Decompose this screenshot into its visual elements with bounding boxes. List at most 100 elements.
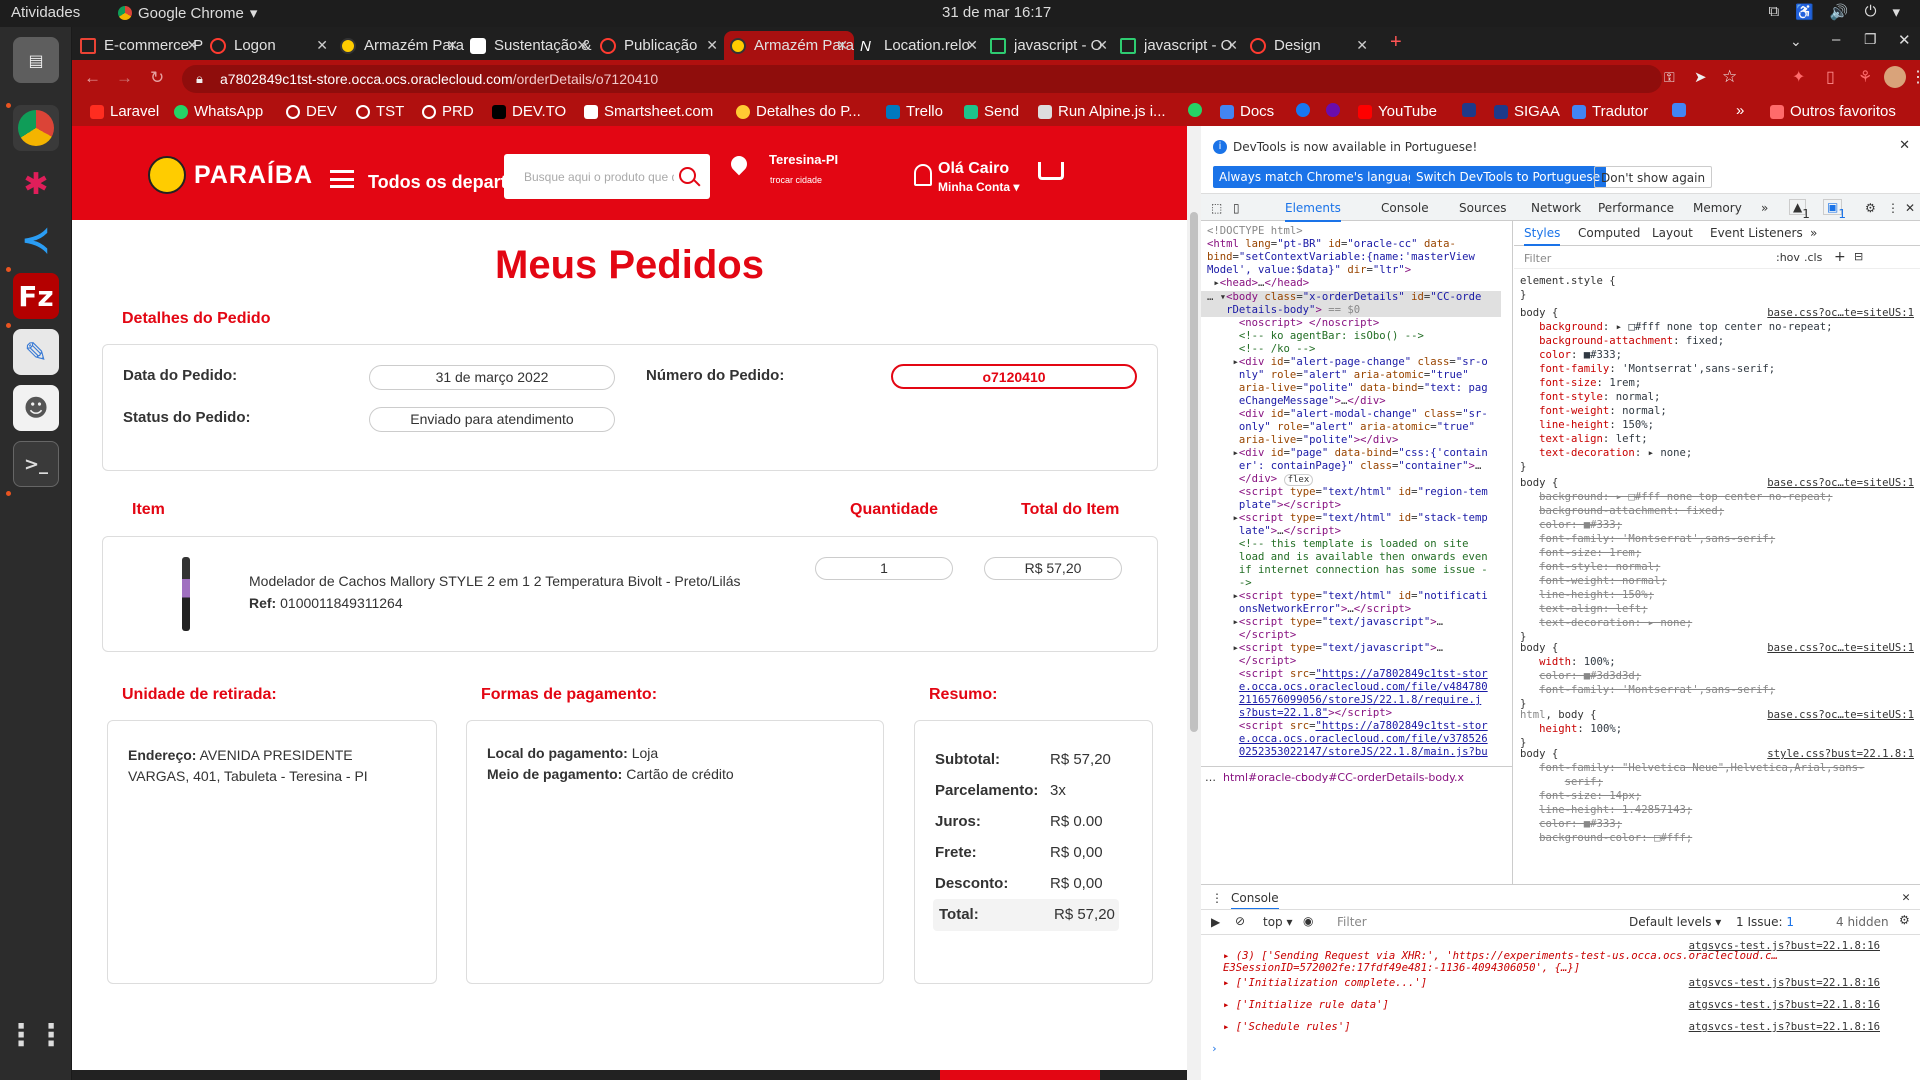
settings-gear-icon[interactable]: ⚙ <box>1865 201 1876 215</box>
console-filter-input[interactable]: Filter <box>1337 915 1367 929</box>
dom-node[interactable]: <script src="https://a7802849c1tst-stor <box>1207 720 1488 733</box>
maximize-button[interactable]: ❐ <box>1864 31 1877 48</box>
bookmark-item[interactable] <box>1326 103 1346 117</box>
tab-search-icon[interactable]: ⌄ <box>1790 33 1802 50</box>
browser-tab[interactable]: Sustentação & ✕ <box>464 31 594 60</box>
search-input[interactable]: Busque aqui o produto que deseja <box>504 154 710 199</box>
bookmark-item[interactable]: Send <box>964 103 1019 120</box>
dom-node[interactable]: <!-- /ko --> <box>1207 343 1316 356</box>
dom-node-selected[interactable]: rDetails-body"> == $0 <box>1201 304 1501 317</box>
search-icon[interactable] <box>679 167 696 184</box>
add-rule-icon[interactable]: + <box>1834 249 1846 265</box>
close-icon[interactable]: ✕ <box>706 37 718 54</box>
bookmark-item[interactable] <box>1296 103 1316 117</box>
sidebar-icon[interactable]: ▯ <box>1826 67 1835 87</box>
dom-node[interactable]: plate"></script> <box>1207 499 1341 512</box>
browser-tab[interactable]: Design ✕ <box>1244 31 1374 60</box>
dom-node[interactable]: 0252353022147/storeJS/22.1.8/main.js?bu <box>1207 746 1488 759</box>
new-tab-button[interactable]: + <box>1390 31 1402 54</box>
hamburger-menu-icon[interactable] <box>330 170 354 188</box>
close-icon[interactable]: ✕ <box>1096 37 1108 54</box>
bookmark-item[interactable]: Docs <box>1220 103 1274 120</box>
issues-button[interactable]: 1 Issue: 1 <box>1736 915 1794 929</box>
styles-filter-input[interactable]: Filter <box>1524 252 1551 265</box>
text-editor-icon[interactable]: ✎ <box>13 329 59 375</box>
page-scrollbar[interactable] <box>1187 126 1201 1080</box>
console-drawer-tab[interactable]: Console <box>1231 891 1279 910</box>
extension-icon[interactable]: ✦ <box>1792 67 1805 87</box>
slack-icon[interactable]: ✱ <box>13 161 59 207</box>
product-image[interactable] <box>182 557 190 631</box>
log-entry[interactable]: ▸ ['Schedule rules'] <box>1223 1021 1351 1033</box>
style-source-link[interactable]: style.css?bust=22.1.8:1 <box>1767 748 1914 760</box>
dom-node[interactable]: ▸<script type="text/javascript">… <box>1207 616 1444 629</box>
bookmark-item[interactable]: TST <box>356 103 404 120</box>
scrollbar-thumb[interactable] <box>1190 212 1198 732</box>
tab-computed[interactable]: Computed <box>1578 226 1640 240</box>
dom-node[interactable]: </div> flex <box>1207 473 1314 487</box>
app-icon[interactable]: ☻ <box>13 385 59 431</box>
clear-console-icon[interactable]: ⊘ <box>1235 914 1245 928</box>
browser-tab[interactable]: Publicação ✕ <box>594 31 724 60</box>
vscode-icon[interactable]: ≺ <box>13 217 59 263</box>
tab-memory[interactable]: Memory <box>1693 201 1742 215</box>
log-entry[interactable]: ▸ ['Initialization complete...'] <box>1223 977 1427 989</box>
bookmark-item[interactable]: DEV.TO <box>492 103 566 120</box>
dom-node[interactable]: </script> <box>1207 655 1296 668</box>
style-source-link[interactable]: base.css?oc…te=siteUS:1 <box>1767 477 1914 489</box>
more-tabs-icon[interactable]: » <box>1810 226 1817 240</box>
toggle-sidebar-icon[interactable]: ⊟ <box>1854 250 1863 263</box>
settings-gear-icon[interactable]: ⚙ <box>1899 913 1910 927</box>
departments-menu[interactable]: Todos os departamentos <box>368 172 508 193</box>
close-icon[interactable]: ✕ <box>446 37 458 54</box>
dom-node[interactable]: Model', value:$data}" dir="ltr"> <box>1207 264 1411 277</box>
key-icon[interactable]: ⚿ <box>1664 69 1675 86</box>
product-name[interactable]: Modelador de Cachos Mallory STYLE 2 em 1… <box>249 573 741 589</box>
more-tabs-icon[interactable]: » <box>1761 201 1768 215</box>
menu-kebab-icon[interactable]: ⋮ <box>1887 201 1899 215</box>
close-icon[interactable]: ✕ <box>186 37 198 54</box>
style-rule-overridden[interactable]: body { background: ▸ □#fff none top cent… <box>1520 476 1833 644</box>
dom-node[interactable]: ▸<script type="text/html" id="stack-temp <box>1207 512 1488 525</box>
log-source-link[interactable]: atgsvcs-test.js?bust=22.1.8:16 <box>1689 1021 1880 1033</box>
other-bookmarks[interactable]: Outros favoritos <box>1770 103 1896 120</box>
dom-node[interactable]: aria-live="polite"></div> <box>1207 434 1398 447</box>
style-rule[interactable]: body { width: 100%; color: ■#3d3d3d; fon… <box>1520 641 1775 711</box>
bookmark-item[interactable]: PRD <box>422 103 474 120</box>
log-entry[interactable]: ▸ ['Initialize rule data'] <box>1223 999 1389 1011</box>
dom-node[interactable]: e.occa.ocs.oraclecloud.com/file/v484780 <box>1207 681 1488 694</box>
store-logo[interactable]: PARAÍBA <box>148 156 313 194</box>
show-apps-icon[interactable]: ⋮⋮ <box>6 1012 66 1058</box>
bookmark-item[interactable]: Run Alpine.js i... <box>1038 103 1166 120</box>
style-rule[interactable]: body { background: ▸ □#fff none top cent… <box>1520 306 1912 474</box>
console-prompt[interactable]: › <box>1211 1042 1218 1055</box>
messages-badge[interactable]: ▣ 1 <box>1823 199 1846 221</box>
dom-node[interactable]: <div id="alert-modal-change" class="sr- <box>1207 408 1488 421</box>
bookmark-item[interactable] <box>1672 103 1692 117</box>
dom-node[interactable]: only" role="alert" aria-atomic="true" <box>1207 421 1475 434</box>
bookmark-item[interactable] <box>1188 103 1208 117</box>
dom-node[interactable]: onsNetworkError">…</script> <box>1207 603 1411 616</box>
close-icon[interactable]: ✕ <box>836 37 848 54</box>
minimize-button[interactable]: – <box>1832 31 1840 48</box>
close-icon[interactable]: ✕ <box>316 37 328 54</box>
doctype-line[interactable]: <!DOCTYPE html> <box>1207 225 1303 238</box>
dom-node[interactable]: bind="setContextVariable:{name:'masterVi… <box>1207 251 1475 264</box>
system-tray[interactable]: ⧉ ♿ 🔊 ⏻ ▾ <box>1769 3 1901 21</box>
dom-node[interactable]: ▸<div id="alert-page-change" class="sr-o <box>1207 356 1488 369</box>
dom-node[interactable]: 2116576099056/storeJS/22.1.8/require.j <box>1207 694 1481 707</box>
bookmark-item[interactable]: SIGAA <box>1494 103 1560 120</box>
dom-node[interactable]: eChangeMessage">…</div> <box>1207 395 1386 408</box>
style-rule[interactable]: element.style { } <box>1520 274 1616 302</box>
bookmark-item[interactable]: Detalhes do P... <box>736 103 861 120</box>
bookmark-item[interactable]: YouTube <box>1358 103 1437 120</box>
tab-performance[interactable]: Performance <box>1598 201 1674 215</box>
bookmark-item[interactable]: Smartsheet.com <box>584 103 713 120</box>
dom-node[interactable]: ▸<script type="text/html" id="notificati <box>1207 590 1488 603</box>
bookmark-item[interactable]: Trello <box>886 103 943 120</box>
terminal-icon[interactable]: >_ <box>13 441 59 487</box>
dom-node[interactable]: nly" role="alert" aria-atomic="true" <box>1207 369 1469 382</box>
dom-node[interactable]: <script src="https://a7802849c1tst-stor <box>1207 668 1488 681</box>
dom-node[interactable]: er': containPage}" class="container">… <box>1207 460 1481 473</box>
dom-node[interactable]: </script> <box>1207 629 1296 642</box>
